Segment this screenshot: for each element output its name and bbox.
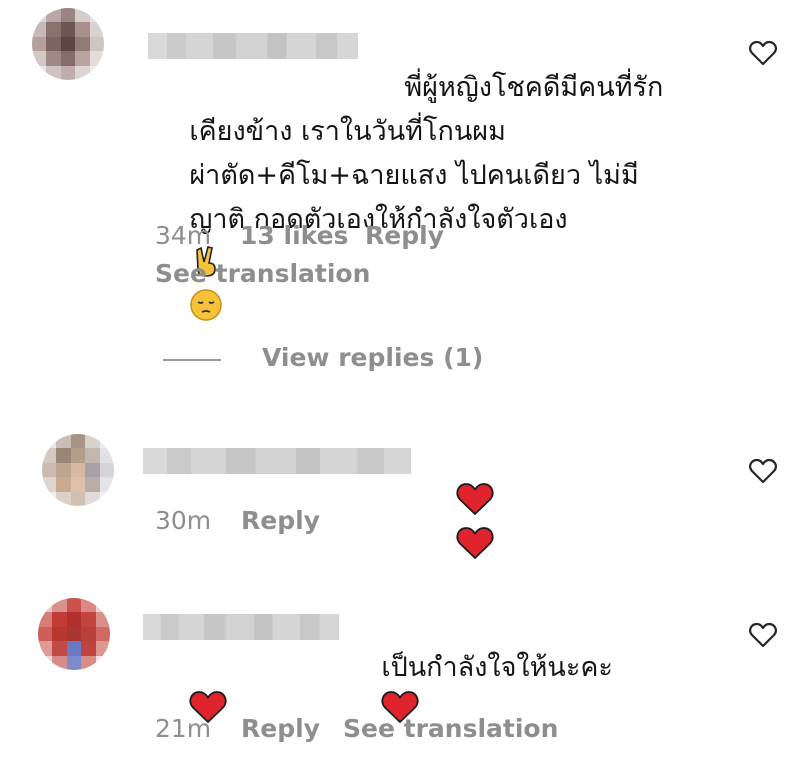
see-translation-link[interactable]: See translation <box>343 714 558 743</box>
timestamp: 30m <box>155 506 212 535</box>
comment: เป็นกำลังใจให้นะคะ 21m Reply See transla… <box>0 590 800 770</box>
like-heart-icon[interactable] <box>749 40 777 66</box>
like-heart-icon[interactable] <box>749 622 777 648</box>
username-redacted[interactable] <box>148 33 358 59</box>
red-heart-icon <box>456 483 494 515</box>
like-heart-icon[interactable] <box>749 458 777 484</box>
reply-button[interactable]: Reply <box>365 221 444 250</box>
pensive-face-icon <box>190 289 223 321</box>
likes-count[interactable]: 13 likes <box>240 221 348 250</box>
comment-text <box>155 646 235 778</box>
avatar[interactable] <box>32 8 104 80</box>
username-redacted[interactable] <box>143 448 411 474</box>
comment: 30m Reply <box>0 420 800 559</box>
view-replies-button[interactable]: View replies (1) <box>262 343 483 372</box>
avatar[interactable] <box>42 434 114 506</box>
red-heart-icon <box>456 527 494 559</box>
avatar[interactable] <box>38 598 110 670</box>
comment-meta: 21m Reply See translation <box>155 714 575 746</box>
comment-meta: 34m 13 likes Reply <box>155 221 555 253</box>
replies-divider <box>163 359 221 361</box>
reply-button[interactable]: Reply <box>241 714 320 743</box>
username-redacted[interactable] <box>143 614 339 640</box>
see-translation-link[interactable]: See translation <box>155 259 370 288</box>
comment-text: เป็นกำลังใจให้นะคะ <box>347 602 707 778</box>
comment: พี่ผู้หญิงโชคดีมีคนที่รัก เคียงข้าง เราใ… <box>0 0 800 330</box>
timestamp: 34m <box>155 221 212 250</box>
comment-meta: 30m Reply <box>155 506 455 538</box>
reply-button[interactable]: Reply <box>241 506 320 535</box>
comment-line: เป็นกำลังใจให้นะคะ <box>381 652 613 683</box>
timestamp: 21m <box>155 714 212 743</box>
